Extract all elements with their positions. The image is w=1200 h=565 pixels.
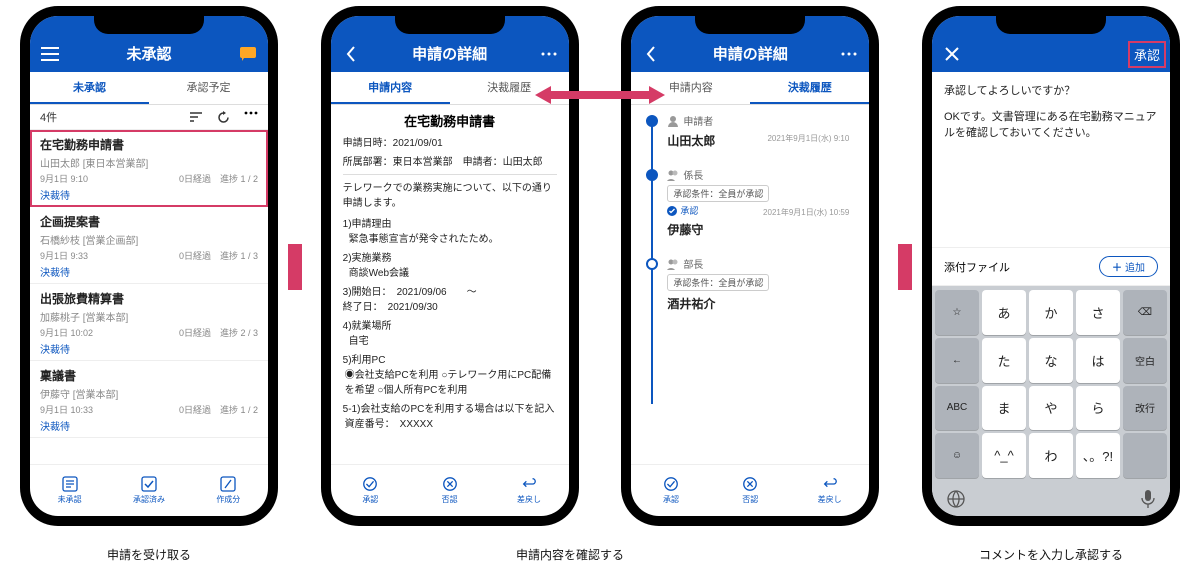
nav-unapproved[interactable]: 未承認 xyxy=(30,465,109,516)
key[interactable]: 、。?! xyxy=(1076,433,1120,478)
key[interactable]: ら xyxy=(1076,386,1120,431)
action-return[interactable]: 差戻し xyxy=(790,465,869,516)
action-approve[interactable]: 承認 xyxy=(331,465,410,516)
list-item[interactable]: 企画提案書 石橋紗枝 [営業企画部] 9月1日 9:330日経過 進捗 1 / … xyxy=(30,207,268,284)
timeline-dot-icon xyxy=(646,169,658,181)
ios-keyboard[interactable]: ☆ あ か さ ⌫ ← た な は 空白 ABC ま や ら xyxy=(932,286,1170,482)
attachment-row: 添付ファイル ＋追加 xyxy=(932,247,1170,286)
subtabs: 申請内容 決裁履歴 xyxy=(631,72,869,105)
count-label: 4件 xyxy=(40,109,57,125)
action-reject[interactable]: 否認 xyxy=(410,465,489,516)
flow-connector-icon xyxy=(288,244,302,290)
key[interactable] xyxy=(1123,433,1167,478)
keyboard-toolbar xyxy=(932,482,1170,516)
action-reject[interactable]: 否認 xyxy=(711,465,790,516)
key[interactable]: た xyxy=(982,338,1026,383)
tab-history[interactable]: 決裁履歴 xyxy=(750,72,869,104)
key[interactable]: あ xyxy=(982,290,1026,335)
swipe-arrow-icon xyxy=(535,84,665,106)
page-title: 申請の詳細 xyxy=(331,43,569,64)
key-space[interactable]: 空白 xyxy=(1123,338,1167,383)
action-approve[interactable]: 承認 xyxy=(631,465,710,516)
key[interactable]: は xyxy=(1076,338,1120,383)
page-title: 未承認 xyxy=(30,43,268,64)
doc-body: 申請日時：2021/09/01 所属部署：東日本営業部 申請者：山田太郎 テレワ… xyxy=(331,136,569,464)
list-item[interactable]: 在宅勤務申請書 山田太郎 [東日本営業部] 9月1日 9:100日経過 進捗 1… xyxy=(30,130,268,207)
more-icon[interactable] xyxy=(839,44,859,64)
doc-title: 在宅勤務申請書 xyxy=(331,105,569,136)
approve-button-highlight: 承認 xyxy=(1128,41,1166,68)
key-emoji[interactable]: ☺ xyxy=(935,433,979,478)
flow-connector-icon xyxy=(898,244,912,290)
bottom-nav: 未承認 承認済み 作成分 xyxy=(30,464,268,516)
action-nav: 承認 否認 差戻し xyxy=(331,464,569,516)
attachment-label: 添付ファイル xyxy=(944,259,1010,275)
phone-list: 未承認 未承認 承認予定 4件 在宅勤務申請書 山 xyxy=(20,6,278,526)
page-title: 申請の詳細 xyxy=(631,43,869,64)
approval-timeline: 申請者 2021年9月1日(水) 9:10 山田太郎 係長 承認条件：全員が承認… xyxy=(631,105,869,464)
chat-icon[interactable] xyxy=(238,44,258,64)
list-toolbar: 4件 xyxy=(30,105,268,130)
tab-content[interactable]: 申請内容 xyxy=(331,72,450,104)
hamburger-icon[interactable] xyxy=(40,44,60,64)
key[interactable]: ^_^ xyxy=(982,433,1026,478)
more-icon[interactable] xyxy=(539,44,559,64)
key[interactable]: や xyxy=(1029,386,1073,431)
action-return[interactable]: 差戻し xyxy=(489,465,568,516)
action-nav: 承認 否認 差戻し xyxy=(631,464,869,516)
mic-icon[interactable] xyxy=(1140,489,1156,509)
key[interactable]: ← xyxy=(935,338,979,383)
comment-text[interactable]: OKです。文書管理にある在宅勤務マニュアルを確認しておいてください。 xyxy=(944,108,1158,140)
key-abc[interactable]: ABC xyxy=(935,386,979,431)
timeline-dot-icon xyxy=(646,115,658,127)
nav-approved[interactable]: 承認済み xyxy=(109,465,188,516)
nav-mine[interactable]: 作成分 xyxy=(189,465,268,516)
approve-button[interactable]: 承認 xyxy=(1134,48,1160,63)
confirm-question: 承認してよろしいですか？ xyxy=(944,82,1158,98)
key[interactable]: さ xyxy=(1076,290,1120,335)
refresh-icon[interactable] xyxy=(217,111,230,124)
close-icon[interactable] xyxy=(942,44,962,64)
request-list: 在宅勤務申請書 山田太郎 [東日本営業部] 9月1日 9:100日経過 進捗 1… xyxy=(30,130,268,464)
phone-approve: 承認 承認してよろしいですか？ OKです。文書管理にある在宅勤務マニュアルを確認… xyxy=(922,6,1180,526)
key[interactable]: ☆ xyxy=(935,290,979,335)
caption: コメントを入力し承認する xyxy=(922,546,1180,563)
sort-icon[interactable] xyxy=(189,111,203,124)
subtabs: 未承認 承認予定 xyxy=(30,72,268,105)
list-item[interactable]: 出張旅費精算書 加藤桃子 [営業本部] 9月1日 10:020日経過 進捗 2 … xyxy=(30,284,268,361)
timeline-dot-icon xyxy=(646,258,658,270)
list-item[interactable]: 稟議書 伊藤守 [営業本部] 9月1日 10:330日経過 進捗 1 / 2 決… xyxy=(30,361,268,438)
tab-scheduled[interactable]: 承認予定 xyxy=(149,72,268,104)
caption: 申請内容を確認する xyxy=(300,546,840,563)
globe-icon[interactable] xyxy=(946,489,966,509)
more-icon[interactable] xyxy=(244,111,258,124)
confirm-area: 承認してよろしいですか？ OKです。文書管理にある在宅勤務マニュアルを確認してお… xyxy=(932,72,1170,160)
key[interactable]: わ xyxy=(1029,433,1073,478)
key-return[interactable]: 改行 xyxy=(1123,386,1167,431)
key[interactable]: か xyxy=(1029,290,1073,335)
subtabs: 申請内容 決裁履歴 xyxy=(331,72,569,105)
caption: 申請を受け取る xyxy=(20,546,278,563)
key[interactable]: な xyxy=(1029,338,1073,383)
add-attachment-button[interactable]: ＋追加 xyxy=(1099,256,1158,277)
key-backspace[interactable]: ⌫ xyxy=(1123,290,1167,335)
key[interactable]: ま xyxy=(982,386,1026,431)
back-icon[interactable] xyxy=(341,44,361,64)
back-icon[interactable] xyxy=(641,44,661,64)
tab-unapproved[interactable]: 未承認 xyxy=(30,72,149,104)
